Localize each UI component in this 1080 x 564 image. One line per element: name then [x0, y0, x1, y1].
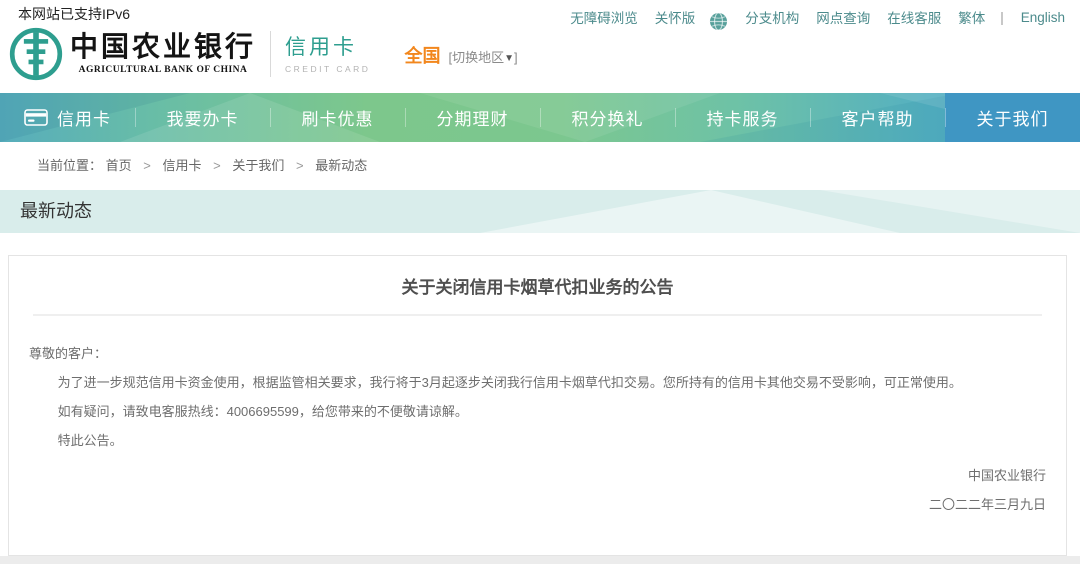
credit-card-home-link[interactable]: 信用卡 CREDIT CARD: [285, 35, 370, 74]
salutation: 尊敬的客户：: [29, 346, 108, 361]
section-title-en: CREDIT CARD: [285, 63, 371, 74]
utility-link-branches[interactable]: 分支机构: [745, 7, 799, 27]
abc-logo-icon: [9, 27, 63, 81]
utility-link-care-version[interactable]: 关怀版: [655, 7, 696, 27]
announcement-title: 关于关闭信用卡烟草代扣业务的公告: [401, 278, 674, 297]
breadcrumb-about-us[interactable]: 关于我们: [232, 158, 284, 173]
main-nav: 信用卡 我要办卡 刷卡优惠 分期理财 积分换礼 持卡服务 客户帮助 关于我们: [0, 93, 1080, 142]
footer-strip: [0, 556, 1080, 564]
nav-item-customer-help[interactable]: 客户帮助: [810, 93, 945, 142]
site-header: 本网站已支持IPv6 中国农业银行 AGRICULTURAL BANK OF C…: [0, 0, 1080, 93]
bank-name-cn: 中国农业银行: [70, 32, 257, 63]
section-band: 最新动态: [0, 190, 1080, 233]
announcement-body: 尊敬的客户： 为了进一步规范信用卡资金使用，根据监管相关要求，我行将于3月起逐步…: [9, 316, 1066, 519]
region-switch-button[interactable]: [切换地区▼]: [448, 47, 517, 66]
nav-item-label: 信用卡: [57, 110, 111, 129]
breadcrumb-credit-card[interactable]: 信用卡: [163, 158, 202, 173]
section-title-cn: 信用卡: [285, 35, 358, 59]
paragraph: 为了进一步规范信用卡资金使用，根据监管相关要求，我行将于3月起逐步关闭我行信用卡…: [57, 375, 962, 390]
utility-link-traditional[interactable]: 繁体: [958, 7, 985, 27]
utility-link-outlet-search[interactable]: 网点查询: [816, 7, 870, 27]
nav-item-label: 关于我们: [976, 110, 1049, 129]
nav-item-credit-card[interactable]: 信用卡: [0, 93, 135, 142]
signature-bank: 中国农业银行: [967, 468, 1046, 483]
nav-item-label: 刷卡优惠: [301, 110, 374, 129]
globe-icon: [710, 11, 728, 31]
nav-item-points[interactable]: 积分换礼: [540, 93, 675, 142]
region-current[interactable]: 全国: [404, 42, 440, 68]
nav-item-label: 客户帮助: [841, 110, 914, 129]
nav-item-apply-card[interactable]: 我要办卡: [135, 93, 270, 142]
breadcrumb-separator: >: [213, 158, 221, 173]
nav-item-about-us[interactable]: 关于我们: [945, 93, 1080, 142]
region-switch-label: 切换地区: [452, 50, 505, 65]
announcement-box: 关于关闭信用卡烟草代扣业务的公告 尊敬的客户： 为了进一步规范信用卡资金使用，根…: [8, 255, 1067, 556]
bank-name-en: AGRICULTURAL BANK OF CHINA: [78, 65, 248, 75]
breadcrumb-home[interactable]: 首页: [106, 158, 132, 173]
nav-item-label: 分期理财: [436, 110, 509, 129]
utility-link-online-service[interactable]: 在线客服: [887, 7, 941, 27]
nav-item-label: 持卡服务: [706, 110, 779, 129]
nav-item-label: 积分换礼: [571, 110, 644, 129]
utility-bar: 无障碍浏览 关怀版 分支机构 网点查询 在线客服 繁体 | English: [570, 7, 1065, 31]
breadcrumb-current: 最新动态: [315, 158, 368, 173]
chevron-down-icon: ▼: [504, 53, 514, 64]
nav-item-label: 我要办卡: [166, 110, 239, 129]
credit-card-icon: [24, 109, 48, 126]
breadcrumb-label: 当前位置：: [37, 158, 103, 173]
paragraph: 如有疑问，请致电客服热线：4006695599，给您带来的不便敬请谅解。: [57, 404, 468, 419]
signature-date: 二〇二二年三月九日: [928, 497, 1046, 512]
bracket-close: ]: [514, 50, 518, 65]
breadcrumb-separator: >: [296, 158, 304, 173]
ipv6-notice: 本网站已支持IPv6: [18, 6, 131, 22]
nav-item-card-offers[interactable]: 刷卡优惠: [270, 93, 405, 142]
nav-item-cardholder-service[interactable]: 持卡服务: [675, 93, 810, 142]
breadcrumb-separator: >: [143, 158, 151, 173]
utility-link-english[interactable]: English: [1021, 10, 1065, 25]
utility-divider: |: [1000, 9, 1004, 25]
abc-logo[interactable]: 中国农业银行 AGRICULTURAL BANK OF CHINA: [8, 26, 270, 82]
nav-item-installment[interactable]: 分期理财: [405, 93, 540, 142]
brand-divider: [270, 31, 272, 77]
paragraph: 特此公告。: [57, 433, 123, 448]
signature-block: 中国农业银行 二〇二二年三月九日: [29, 461, 1046, 519]
page-title: 最新动态: [20, 201, 92, 221]
utility-link-accessibility[interactable]: 无障碍浏览: [570, 7, 638, 27]
breadcrumb: 当前位置： 首页 > 信用卡 > 关于我们 > 最新动态: [0, 142, 1080, 190]
